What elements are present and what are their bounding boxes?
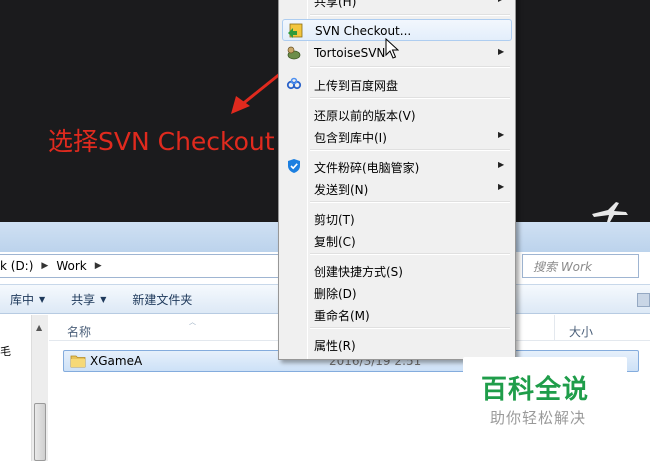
menu-item-cut[interactable]: 剪切(T) [282, 207, 512, 229]
view-options-button[interactable] [637, 293, 650, 307]
menu-item-label: 包含到库中(I) [314, 131, 387, 145]
menu-item-label: 文件粉碎(电脑管家) [314, 161, 420, 175]
nav-scrollbar[interactable]: ▲ [31, 315, 48, 461]
menu-separator [310, 97, 510, 99]
mouse-cursor-icon [385, 38, 399, 59]
submenu-arrow-icon: ▶ [498, 47, 505, 56]
new-folder-label: 新建文件夹 [132, 292, 193, 307]
menu-item-include-library[interactable]: 包含到库中(I) ▶ [282, 125, 512, 147]
menu-separator [310, 66, 510, 68]
menu-separator [310, 149, 510, 151]
watermark-title: 百科全说 [481, 375, 590, 405]
baidu-netdisk-icon [286, 77, 302, 90]
menu-item-rename[interactable]: 重命名(M) [282, 303, 512, 325]
file-name: XGameA [90, 354, 143, 368]
menu-item-label: 剪切(T) [314, 213, 355, 227]
menu-item-share[interactable]: 共享(H) ▶ [282, 0, 512, 11]
include-in-library-button[interactable]: 库中 ▼ [0, 285, 55, 313]
share-label: 共享 [71, 292, 96, 307]
scrollbar-thumb[interactable] [34, 403, 46, 461]
menu-item-properties[interactable]: 属性(R) [282, 333, 512, 355]
menu-item-label: 创建快捷方式(S) [314, 265, 403, 279]
dropdown-arrow-icon: ▼ [100, 294, 107, 304]
menu-item-label: SVN Checkout... [315, 24, 412, 38]
watermark-subtitle: 助你轻松解决 [490, 409, 587, 427]
menu-item-label: 属性(R) [314, 339, 356, 353]
chevron-right-icon[interactable]: ▶ [93, 261, 110, 271]
menu-item-send-to[interactable]: 发送到(N) ▶ [282, 177, 512, 199]
tortoise-icon [287, 46, 301, 60]
menu-separator [310, 201, 510, 203]
menu-separator [310, 253, 510, 255]
menu-item-label: 共享(H) [314, 0, 357, 9]
new-folder-button[interactable]: 新建文件夹 [122, 285, 202, 313]
scroll-up-icon[interactable]: ▲ [36, 323, 42, 332]
nav-item-partial[interactable]: 毛 [0, 343, 11, 359]
menu-item-label: TortoiseSVN [314, 46, 386, 60]
submenu-arrow-icon: ▶ [498, 0, 504, 3]
menu-item-label: 复制(C) [314, 235, 356, 249]
column-name[interactable]: 名称 [67, 323, 91, 340]
menu-item-upload-baidu[interactable]: 上传到百度网盘 [282, 73, 512, 95]
shield-icon [288, 159, 300, 173]
annotation-text: 选择SVN Checkout [48, 127, 275, 156]
menu-item-label: 还原以前的版本(V) [314, 109, 416, 123]
menu-item-create-shortcut[interactable]: 创建快捷方式(S) [282, 259, 512, 281]
watermark-logo: 百科全说 助你轻松解决 [463, 357, 627, 437]
menu-separator [310, 14, 510, 16]
menu-item-label: 发送到(N) [314, 183, 369, 197]
menu-item-label: 上传到百度网盘 [314, 79, 399, 93]
column-divider[interactable] [554, 315, 555, 341]
include-in-library-label: 库中 [10, 292, 35, 307]
folder-icon [70, 355, 86, 368]
menu-item-restore-versions[interactable]: 还原以前的版本(V) [282, 103, 512, 125]
submenu-arrow-icon: ▶ [498, 182, 505, 191]
svn-checkout-icon [288, 23, 303, 38]
menu-item-label: 重命名(M) [314, 309, 370, 323]
menu-item-copy[interactable]: 复制(C) [282, 229, 512, 251]
menu-item-file-shred[interactable]: 文件粉碎(电脑管家) ▶ [282, 155, 512, 177]
column-size[interactable]: 大小 [569, 323, 593, 340]
menu-item-label: 删除(D) [314, 287, 357, 301]
menu-item-delete[interactable]: 删除(D) [282, 281, 512, 303]
share-button[interactable]: 共享 ▼ [61, 285, 116, 313]
menu-separator [310, 327, 510, 329]
breadcrumb-drive[interactable]: k (D:) [0, 259, 39, 273]
submenu-arrow-icon: ▶ [498, 130, 505, 139]
breadcrumb-work[interactable]: Work [56, 259, 92, 273]
search-input[interactable]: 搜索 Work [522, 254, 639, 278]
sort-arrow-icon: ︿ [189, 318, 196, 326]
dropdown-arrow-icon: ▼ [39, 294, 46, 304]
chevron-right-icon[interactable]: ▶ [39, 261, 56, 271]
airplane-decoration-icon [592, 202, 628, 222]
submenu-arrow-icon: ▶ [498, 160, 505, 169]
